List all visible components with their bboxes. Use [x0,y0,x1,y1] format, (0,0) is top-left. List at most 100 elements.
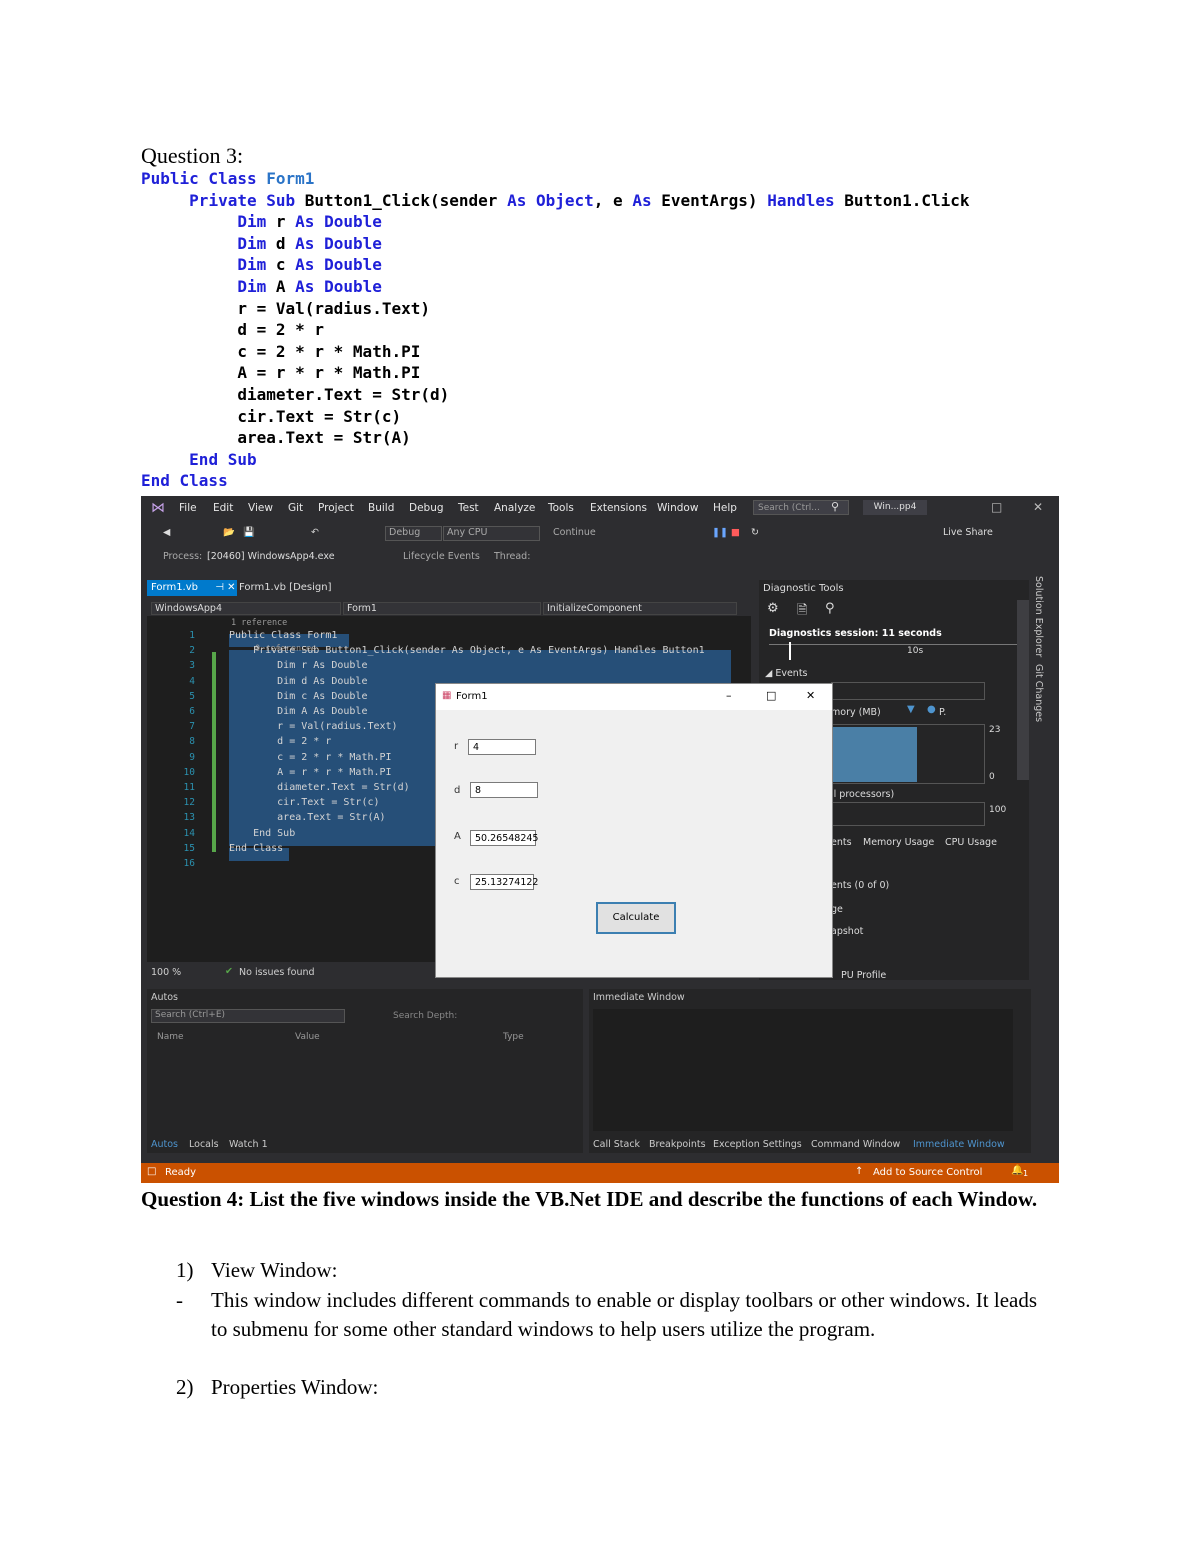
menu-file[interactable]: File [179,502,197,514]
pin-icon[interactable]: ⊣ [215,582,224,593]
immediate-input[interactable] [593,1009,1013,1131]
close-icon[interactable]: ✕ [1033,500,1043,514]
stop-icon[interactable]: ■ [731,527,740,538]
tab-exception-settings[interactable]: Exception Settings [713,1139,802,1150]
restart-icon[interactable]: ↻ [751,527,759,538]
class-dropdown[interactable]: Form1 [343,602,541,615]
undo-icon[interactable]: ↶ [311,527,319,538]
code-line[interactable]: Dim A As Double [229,706,367,717]
var-name: c [275,255,286,275]
back-icon[interactable]: ◀ [163,527,170,538]
notification-count: 1 [1023,1169,1029,1178]
config-dropdown[interactable]: Debug [385,526,442,541]
menu-build[interactable]: Build [368,502,394,514]
tab-cpu-usage[interactable]: CPU Usage [945,837,997,848]
code-line[interactable]: Dim c As Double [229,691,367,702]
close-icon[interactable]: ✕ [806,689,815,702]
menu-analyze[interactable]: Analyze [494,502,535,514]
code-line[interactable]: Dim d As Double [229,676,367,687]
tab-breakpoints[interactable]: Breakpoints [649,1139,706,1150]
tab-call-stack[interactable]: Call Stack [593,1139,640,1150]
project-dropdown[interactable]: WindowsApp4 [151,602,341,615]
live-share-button[interactable]: Live Share [943,527,993,538]
codelens-references[interactable]: 1 reference [231,618,287,628]
code-statement: cir.Text = Str(c) [237,406,402,426]
autos-search-input[interactable]: Search (Ctrl+E) [151,1009,345,1023]
diameter-field[interactable]: 8 [470,782,538,798]
pause-icon[interactable]: ❚❚ [712,527,728,538]
settings-icon[interactable]: ⚙ [767,601,779,616]
tab-memory-usage[interactable]: Memory Usage [863,837,934,848]
lifecycle-events-button[interactable]: Lifecycle Events [403,551,480,562]
platform-dropdown[interactable]: Any CPU [443,526,540,541]
tab-autos[interactable]: Autos [151,1139,178,1150]
add-to-source-control-button[interactable]: Add to Source Control [873,1167,982,1178]
memory-max: 23 [989,725,1001,735]
events-section[interactable]: ◢ Events [765,668,808,679]
scrollbar[interactable] [1017,600,1029,780]
take-snapshot-item[interactable]: apshot [831,926,863,937]
cpu-profile-item[interactable]: PU Profile [841,970,886,981]
menu-view[interactable]: View [248,502,273,514]
git-changes-tab[interactable]: Git Changes [1033,664,1044,722]
diagnostics-session: Diagnostics session: 11 seconds [769,628,942,639]
tab-form1-design[interactable]: Form1.vb [Design] [239,580,332,596]
code-line[interactable]: Public Class Form1 [229,630,337,641]
tab-locals[interactable]: Locals [189,1139,219,1150]
menu-tools[interactable]: Tools [548,502,574,514]
restore-icon[interactable]: □ [991,500,1002,514]
list-number: 2) [176,1375,194,1399]
maximize-icon[interactable]: □ [766,689,776,702]
open-folder-icon[interactable]: 📂 [223,527,235,538]
menu-help[interactable]: Help [713,502,737,514]
code-line[interactable]: A = r * r * Math.PI [229,767,391,778]
menu-test[interactable]: Test [458,502,479,514]
save-icon[interactable]: 💾 [243,527,255,538]
column-name[interactable]: Name [157,1032,184,1042]
code-line[interactable]: area.Text = Str(A) [229,812,385,823]
radius-input[interactable]: 4 [468,739,536,755]
menu-extensions[interactable]: Extensions [590,502,647,514]
code-line[interactable]: Private Sub Button1_Click(sender As Obje… [229,645,705,656]
code-line[interactable]: Dim r As Double [229,660,367,671]
tab-immediate-window[interactable]: Immediate Window [913,1139,1005,1150]
menu-window[interactable]: Window [657,502,698,514]
code-line[interactable]: End Class [229,843,283,854]
column-value[interactable]: Value [295,1032,320,1042]
code-line[interactable]: End Sub [229,828,295,839]
code-line[interactable]: r = Val(radius.Text) [229,721,397,732]
tab-events[interactable]: ents [831,837,852,848]
menu-project[interactable]: Project [318,502,354,514]
notification-bell-icon[interactable]: 🔔 [1011,1165,1023,1176]
code-line[interactable]: cir.Text = Str(c) [229,797,379,808]
ide-status-bar: □ Ready ↑ Add to Source Control 🔔 1 [141,1163,1059,1183]
area-field[interactable]: 50.26548245 [470,830,538,846]
tab-command-window[interactable]: Command Window [811,1139,900,1150]
code-line[interactable]: c = 2 * r * Math.PI [229,752,391,763]
issues-status[interactable]: No issues found [239,967,315,978]
zoom-in-icon[interactable]: ⚲ [825,601,835,616]
member-dropdown[interactable]: InitializeComponent [543,602,737,615]
menu-debug[interactable]: Debug [409,502,444,514]
calculate-button[interactable]: Calculate [596,902,676,934]
export-icon[interactable]: 🗎 [797,601,807,623]
circumference-field[interactable]: 25.13274122 [470,874,538,890]
search-icon[interactable]: ⚲ [831,500,839,513]
list-text: This window includes different commands … [211,1288,1038,1341]
tab-form1-vb[interactable]: Form1.vb ⊣ ✕ [147,580,237,596]
minimize-icon[interactable]: – [726,689,732,702]
code-line[interactable]: d = 2 * r [229,736,331,747]
filter-icon[interactable]: ▼ [907,704,915,715]
label-a: A [454,831,461,842]
code-line[interactable]: diameter.Text = Str(d) [229,782,409,793]
zoom-level[interactable]: 100 % [151,967,181,978]
close-tab-icon[interactable]: ✕ [227,582,235,593]
column-type[interactable]: Type [503,1032,524,1042]
solution-explorer-tab[interactable]: Solution Explorer [1033,576,1044,657]
menu-edit[interactable]: Edit [213,502,233,514]
continue-button[interactable]: Continue [553,527,596,538]
menu-git[interactable]: Git [288,502,303,514]
tab-watch1[interactable]: Watch 1 [229,1139,268,1150]
side-tabs: Solution Explorer Git Changes [1033,576,1055,726]
process-dropdown[interactable]: [20460] WindowsApp4.exe [207,551,335,562]
